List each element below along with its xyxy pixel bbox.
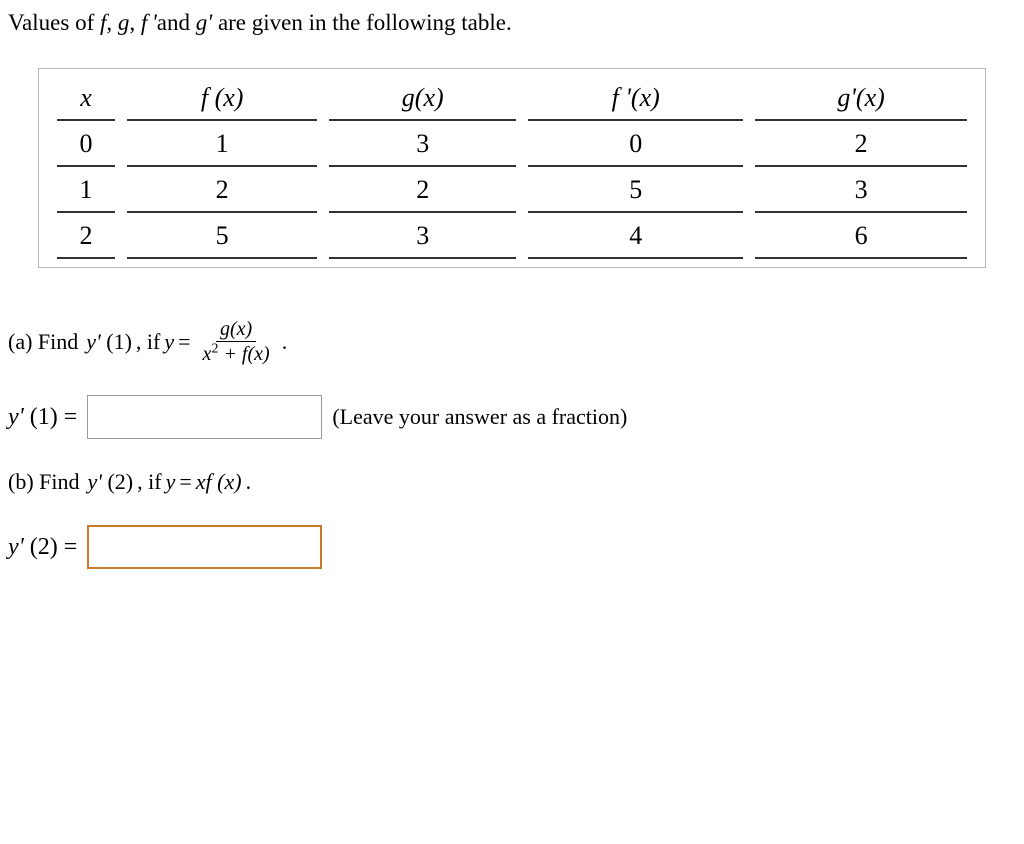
part-a-lhs: y' (1) = bbox=[8, 404, 77, 431]
part-a-hint: (Leave your answer as a fraction) bbox=[332, 404, 627, 430]
table-row: 0 1 3 0 2 bbox=[57, 123, 967, 167]
col-header-gpx: g'(x) bbox=[755, 77, 967, 121]
part-a-question: (a) Find y' (1), if y = g(x) x2 + f(x) . bbox=[8, 318, 1016, 365]
part-b-answer-line: y' (2) = bbox=[8, 525, 1016, 569]
intro-text: Values of f, g, f 'and g' are given in t… bbox=[8, 10, 1016, 36]
col-header-gx: g(x) bbox=[329, 77, 516, 121]
part-b-question: (b) Find y' (2), if y = xf (x). bbox=[8, 469, 1016, 495]
part-a-answer-line: y' (1) = (Leave your answer as a fractio… bbox=[8, 395, 1016, 439]
part-a-answer-input[interactable] bbox=[87, 395, 322, 439]
table-row: 2 5 3 4 6 bbox=[57, 215, 967, 259]
function-values-table: x f (x) g(x) f '(x) g'(x) 0 1 3 0 2 1 2 … bbox=[38, 68, 986, 268]
col-header-fx: f (x) bbox=[127, 77, 317, 121]
fraction: g(x) x2 + f(x) bbox=[199, 318, 274, 365]
part-b-answer-input[interactable] bbox=[87, 525, 322, 569]
part-b-lhs: y' (2) = bbox=[8, 534, 77, 561]
table-row: 1 2 2 5 3 bbox=[57, 169, 967, 213]
col-header-fpx: f '(x) bbox=[528, 77, 743, 121]
col-header-x: x bbox=[57, 77, 115, 121]
